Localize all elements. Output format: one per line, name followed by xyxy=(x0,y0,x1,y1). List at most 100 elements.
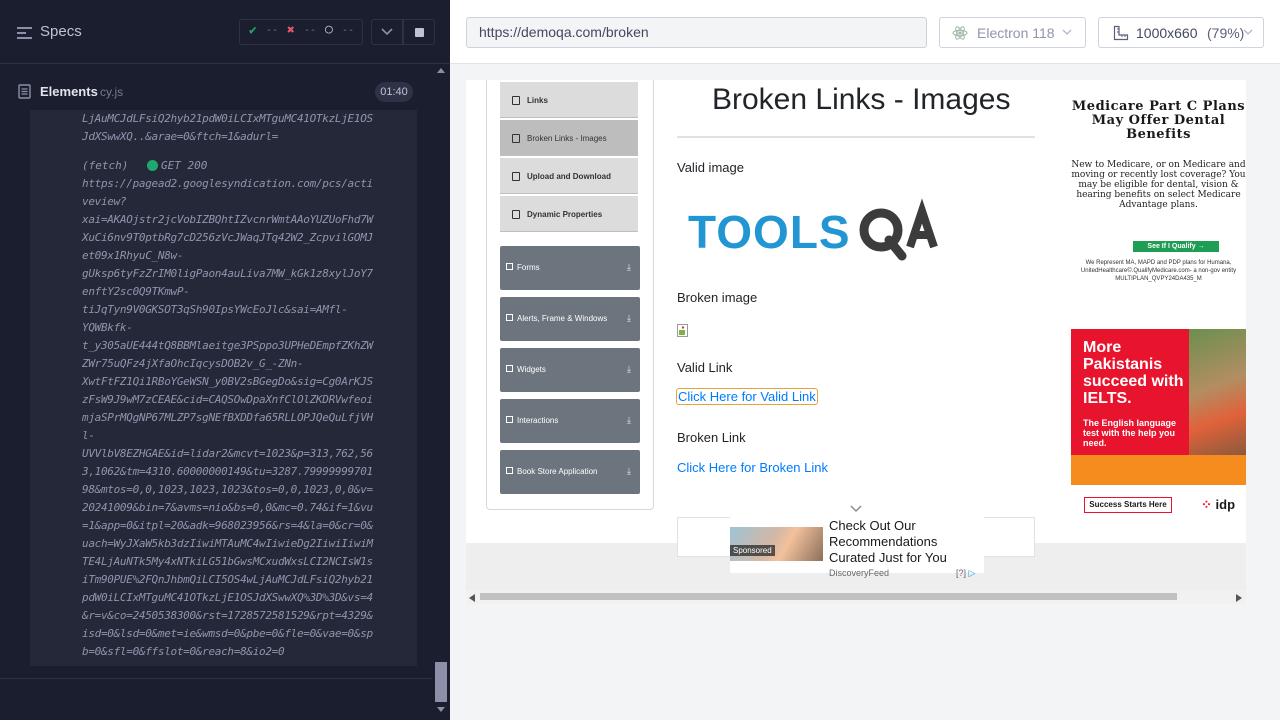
log-line: XuCi6nv9T0ptbRg7cD256zVcJWaqJTq42W2_Zcpv… xyxy=(82,231,373,244)
ad-cta-button[interactable]: Success Starts Here xyxy=(1084,497,1172,513)
spec-title: Elements xyxy=(40,84,98,99)
chevron-down-icon xyxy=(1062,29,1072,35)
log-line: mjaSPrMQgNP67MLZP7sgNEfBXDDfa65RLLOPJQeQ… xyxy=(82,411,373,424)
runner-header: Specs ✔ -- ✖ -- ○ -- xyxy=(0,0,450,64)
bell-icon xyxy=(506,314,513,321)
forms-icon xyxy=(506,263,513,270)
browser-selector[interactable]: Electron 118 xyxy=(939,17,1086,48)
passed-count: -- xyxy=(266,25,279,36)
sponsored-popup[interactable]: Sponsored Check Out Our Recommendations … xyxy=(730,505,984,578)
chevron-down-icon xyxy=(381,28,393,36)
download-arrow-icon: ⤓ xyxy=(627,313,631,323)
menu-group-label: Widgets xyxy=(517,365,546,374)
valid-link[interactable]: Click Here for Valid Link xyxy=(676,388,818,405)
log-line: https://pagead2.googlesyndication.com/pc… xyxy=(82,177,373,190)
failed-x-icon: ✖ xyxy=(287,23,295,38)
ad-body: New to Medicare, or on Medicare and movi… xyxy=(1071,160,1246,210)
command-log[interactable]: LjAuMCJdLFsiQ2hyb21pdW0iLCIxMTguMC41OTkz… xyxy=(30,110,417,666)
log-line: l- xyxy=(82,429,95,442)
electron-icon xyxy=(952,26,968,40)
document-icon xyxy=(512,134,520,143)
sponsored-source: DiscoveryFeed xyxy=(829,568,890,578)
chevron-down-icon xyxy=(1243,29,1253,35)
menu-group-book-store[interactable]: Book Store Application ⤓ xyxy=(500,450,640,494)
sponsored-tag: Sponsored xyxy=(730,545,775,556)
scroll-up-arrow-icon[interactable] xyxy=(437,68,445,73)
aut-iframe[interactable]: Links Broken Links - Images Upload and D… xyxy=(466,80,1246,604)
menu-group-alerts[interactable]: Alerts, Frame & Windows ⤓ xyxy=(500,297,640,341)
ad-info-text: [?] xyxy=(956,568,967,578)
broken-image-icon xyxy=(677,324,688,337)
toggle-auto-scroll-button[interactable] xyxy=(371,19,403,45)
menu-item-links[interactable]: Links xyxy=(500,82,638,118)
log-line: 3,1062&tm=4310.60000000149&tu=3287.79999… xyxy=(82,465,373,478)
url-field[interactable]: https://demoqa.com/broken xyxy=(466,17,927,48)
log-line: =1&app=0&itpl=20&adk=968023956&rs=4&la=0… xyxy=(82,519,373,532)
fetch-label: (fetch) xyxy=(82,159,129,172)
valid-link-label: Valid Link xyxy=(677,360,733,375)
log-line: pdW0iLCIxMTguMC41OTkzLjE1OSJdXSwwXQ%3D%3… xyxy=(82,591,373,604)
scroll-down-arrow-icon[interactable] xyxy=(437,707,445,712)
log-line: 98&mtos=0,0,1023,1023,1023&tos=0,0,1023,… xyxy=(82,483,373,496)
document-icon xyxy=(512,172,520,181)
passed-check-icon: ✔ xyxy=(249,23,257,38)
log-line: JdXSwwXQ..&arae=0&ftch=1&adurl= xyxy=(82,130,278,143)
document-icon xyxy=(18,84,31,99)
status-success-dot-icon xyxy=(147,160,158,171)
menu-group-widgets[interactable]: Widgets ⤓ xyxy=(500,348,640,392)
log-line: 20241009&bin=7&avms=nio&bs=0,0&mc=0.74&i… xyxy=(82,501,373,514)
ad-info-button[interactable]: [?] ▷ xyxy=(956,568,975,579)
log-line: zFsW9J9wM7zCEAE&cid=CAQSOwDpaXnfClOlZKDR… xyxy=(82,393,373,406)
menu-group-label: Alerts, Frame & Windows xyxy=(517,314,608,323)
aut-horizontal-scroll-thumb[interactable] xyxy=(480,593,1177,600)
ad-orange-band xyxy=(1071,455,1246,485)
scroll-thumb[interactable] xyxy=(435,662,447,702)
interactions-icon xyxy=(506,416,513,423)
sponsored-title[interactable]: Check Out Our Recommendations Curated Ju… xyxy=(829,518,979,566)
log-line: YQWBkfk- xyxy=(82,321,133,334)
viewport-size: 1000x660 xyxy=(1136,25,1198,41)
menu-item-label: Dynamic Properties xyxy=(527,210,603,219)
fetch-status: GET 200 xyxy=(161,159,208,172)
menu-item-dynamic-properties[interactable]: Dynamic Properties xyxy=(500,196,638,232)
chevron-down-icon[interactable] xyxy=(850,505,862,513)
adchoices-icon: ▷ xyxy=(968,568,976,578)
toolsqa-logo-image: TOOLS xyxy=(688,198,938,261)
stop-button[interactable] xyxy=(403,19,435,45)
divider xyxy=(677,136,1035,138)
download-arrow-icon: ⤓ xyxy=(627,415,631,425)
broken-link-label: Broken Link xyxy=(677,430,746,445)
menu-group-forms[interactable]: Forms ⤓ xyxy=(500,246,640,290)
stop-icon xyxy=(415,28,424,37)
medicare-ad[interactable]: Medicare Part C Plans May Offer Dental B… xyxy=(1071,88,1246,288)
aut-panel: https://demoqa.com/broken Electron 118 1… xyxy=(450,0,1280,720)
scroll-left-arrow-icon[interactable] xyxy=(469,594,475,602)
book-icon xyxy=(506,467,513,474)
log-line: t_y305aUE444tQ8BBMlaeitge3PSppo3UPHeDEmp… xyxy=(82,339,373,352)
ielts-ad[interactable]: More Pakistanis succeed with IELTS. The … xyxy=(1071,329,1246,524)
browser-name: Electron 118 xyxy=(977,25,1055,41)
idp-logo-mark-icon: ⁘ xyxy=(1201,497,1212,512)
spec-file-extension: cy.js xyxy=(100,85,124,99)
menu-group-label: Forms xyxy=(517,263,540,272)
spec-duration-badge: 01:40 xyxy=(375,82,413,102)
specs-toggle-label[interactable]: Specs xyxy=(40,23,82,40)
log-line: uach=WyJXaW5kb3dzIiwiMTAuMC4wIiwieDg2Iiw… xyxy=(82,537,373,550)
viewport-selector[interactable]: 1000x660 (79%) xyxy=(1098,17,1264,48)
ad-disclaimer: We Represent MA, MAPD and PDP plans for … xyxy=(1080,260,1237,282)
broken-link[interactable]: Click Here for Broken Link xyxy=(677,460,828,475)
ad-qualify-button[interactable]: See If I Qualify → xyxy=(1133,241,1219,252)
log-line: iTm90PUE%2FQnJhbmQiLCI5OS4wLjAuMCJdLFsiQ… xyxy=(82,573,373,586)
specs-list-icon[interactable] xyxy=(17,26,32,40)
menu-group-interactions[interactable]: Interactions ⤓ xyxy=(500,399,640,443)
pending-count: -- xyxy=(342,25,355,36)
log-line: gUksp6tyFzZrIM0ligPaon4auLiva7MW_kGk1z8x… xyxy=(82,267,373,280)
menu-item-broken-links-images[interactable]: Broken Links - Images xyxy=(500,120,638,156)
download-arrow-icon: ⤓ xyxy=(627,262,631,272)
log-line: UVVlbV8EZHGAE&id=lidar2&mcvt=1023&p=313,… xyxy=(82,447,373,460)
scroll-right-arrow-icon[interactable] xyxy=(1236,594,1242,602)
pending-circle-icon: ○ xyxy=(325,22,333,37)
command-log-scrollbar[interactable] xyxy=(432,64,450,720)
log-line: enftY2sc0Q9TKmwP- xyxy=(82,285,190,298)
menu-item-upload-download[interactable]: Upload and Download xyxy=(500,158,638,194)
